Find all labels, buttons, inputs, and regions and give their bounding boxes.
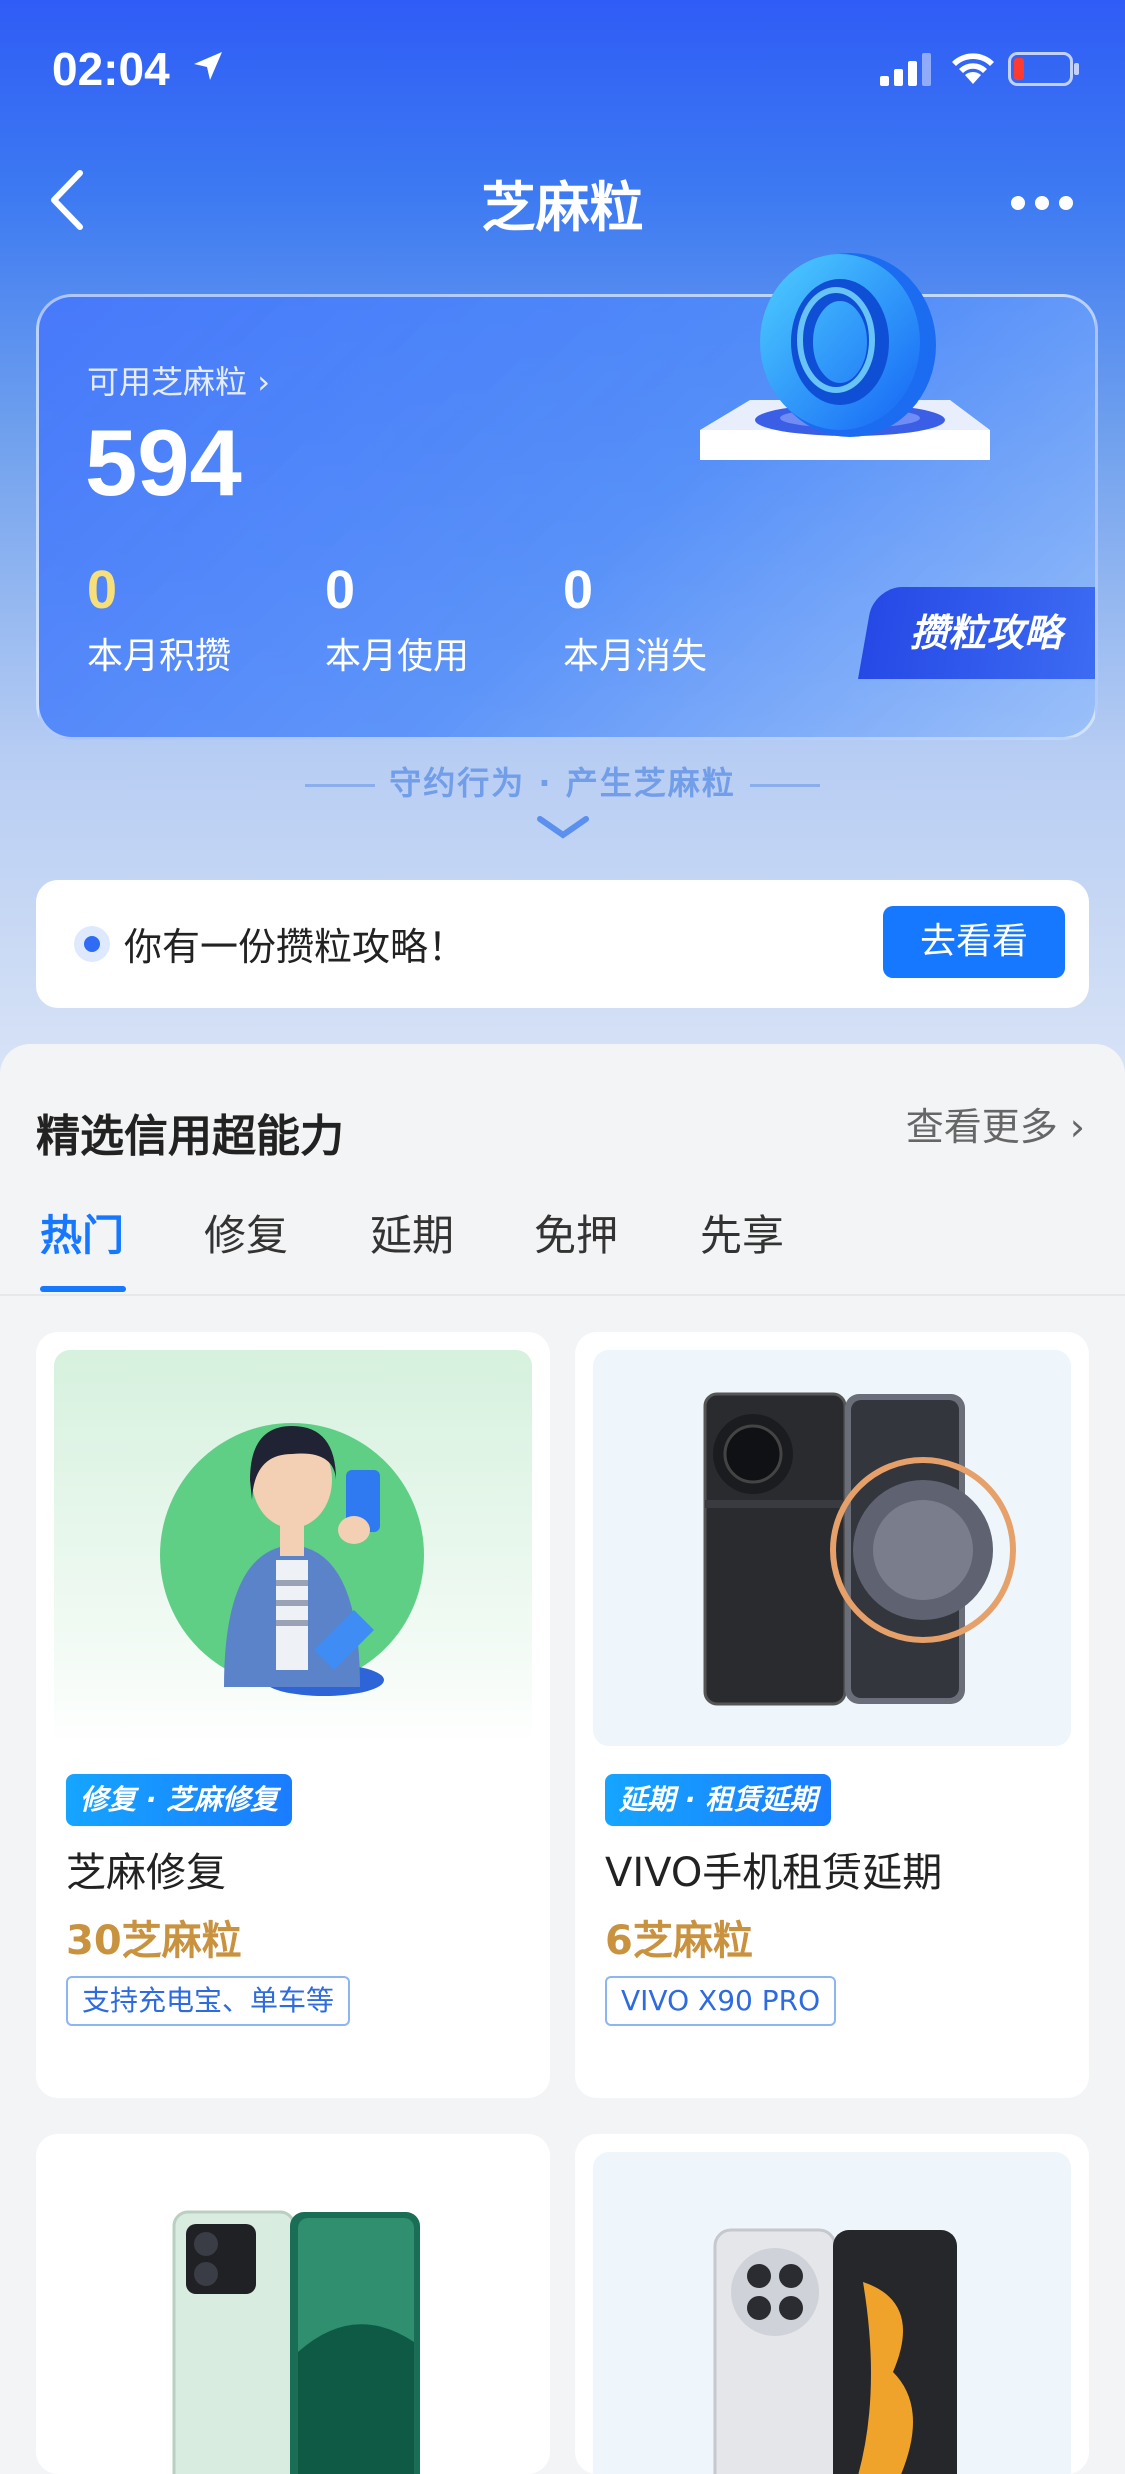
active-tab-indicator <box>40 1286 126 1292</box>
stat-label: 本月积攒 <box>87 636 232 677</box>
chevron-down-icon <box>537 816 589 839</box>
xiaomi-phone-illustration <box>172 2210 420 2474</box>
battery-low-icon <box>1008 52 1079 86</box>
chevron-right-icon: › <box>257 363 270 401</box>
tab-deposit-free[interactable]: 免押 <box>534 1202 618 1263</box>
product-image <box>593 1350 1071 1746</box>
woman-with-phone-illustration <box>160 1423 424 1696</box>
product-note: VIVO X90 PRO <box>605 1976 837 2026</box>
stat-value: 0 <box>87 560 118 620</box>
product-card-xiaomi-phone[interactable] <box>36 2134 550 2474</box>
product-image <box>54 2152 532 2474</box>
tab-enjoy-first[interactable]: 先享 <box>700 1202 784 1263</box>
radio-dot-icon <box>74 926 110 962</box>
sesame-coin-illustration <box>700 253 990 460</box>
section-title: 精选信用超能力 <box>36 1111 344 1162</box>
category-tabs: 热门 修复 延期 免押 先享 <box>0 1174 1125 1296</box>
notice-text: 你有一份攒粒攻略！ <box>124 925 467 969</box>
tab-repair[interactable]: 修复 <box>204 1202 288 1263</box>
product-tag: 修复 · 芝麻修复 <box>66 1774 293 1826</box>
chevron-right-icon: › <box>1069 1105 1085 1149</box>
location-arrow-icon <box>194 52 222 80</box>
stat-monthly-earned: 0 本月积攒 <box>87 559 231 679</box>
product-price: 30芝麻粒 <box>66 1918 242 1964</box>
slogan-text: 守约行为 · 产生芝麻粒 <box>389 764 736 802</box>
product-name: 芝麻修复 <box>66 1850 226 1896</box>
wifi-icon <box>952 53 994 84</box>
product-note: 支持充电宝、单车等 <box>66 1976 351 2026</box>
stat-label: 本月使用 <box>325 636 470 677</box>
cellular-signal-icon <box>880 53 931 86</box>
page-title: 芝麻粒 <box>481 176 644 239</box>
status-bar: 02:04 <box>0 40 1125 100</box>
strategy-notice: 你有一份攒粒攻略！ 去看看 <box>36 880 1089 1008</box>
stat-label: 本月消失 <box>563 636 708 677</box>
product-image <box>54 1350 532 1746</box>
points-value: 594 <box>85 410 242 515</box>
strategy-button[interactable]: 攒粒攻略 <box>858 587 1095 679</box>
product-name: VIVO手机租赁延期 <box>605 1850 943 1896</box>
available-points-label: 可用芝麻粒 <box>87 363 248 401</box>
product-card-sesame-repair[interactable]: 修复 · 芝麻修复 芝麻修复 30芝麻粒 支持充电宝、单车等 <box>36 1332 550 2098</box>
product-card-vivo-extension[interactable]: 延期 · 租赁延期 VIVO手机租赁延期 6芝麻粒 VIVO X90 PRO <box>575 1332 1089 2098</box>
tab-hot[interactable]: 热门 <box>40 1202 124 1263</box>
stat-monthly-used: 0 本月使用 <box>325 559 469 679</box>
view-button[interactable]: 去看看 <box>883 906 1065 978</box>
credit-power-section: 精选信用超能力 查看更多 › 热门 修复 延期 免押 先享 修复 · 芝麻修复 … <box>0 1044 1125 2474</box>
vivo-phone-illustration <box>703 1392 1016 1706</box>
see-more-label: 查看更多 <box>905 1105 1058 1149</box>
huawei-phone-illustration <box>713 2228 957 2474</box>
product-image <box>593 2152 1071 2474</box>
stat-monthly-expired: 0 本月消失 <box>563 559 707 679</box>
stat-value: 0 <box>563 560 594 620</box>
status-time: 02:04 <box>52 43 170 95</box>
divider <box>305 783 376 787</box>
slogan: 守约行为 · 产生芝麻粒 <box>0 758 1125 804</box>
available-points-link[interactable]: 可用芝麻粒 › <box>87 357 270 403</box>
more-options-icon[interactable] <box>1005 170 1080 230</box>
see-more-link[interactable]: 查看更多 › <box>906 1096 1085 1151</box>
product-tag: 延期 · 租赁延期 <box>605 1774 832 1826</box>
product-card-huawei-phone[interactable] <box>575 2134 1089 2474</box>
stat-value: 0 <box>325 560 356 620</box>
strategy-button-label: 攒粒攻略 <box>910 611 1063 655</box>
product-price: 6芝麻粒 <box>605 1918 753 1964</box>
divider <box>749 783 820 787</box>
tab-extend[interactable]: 延期 <box>370 1202 454 1263</box>
